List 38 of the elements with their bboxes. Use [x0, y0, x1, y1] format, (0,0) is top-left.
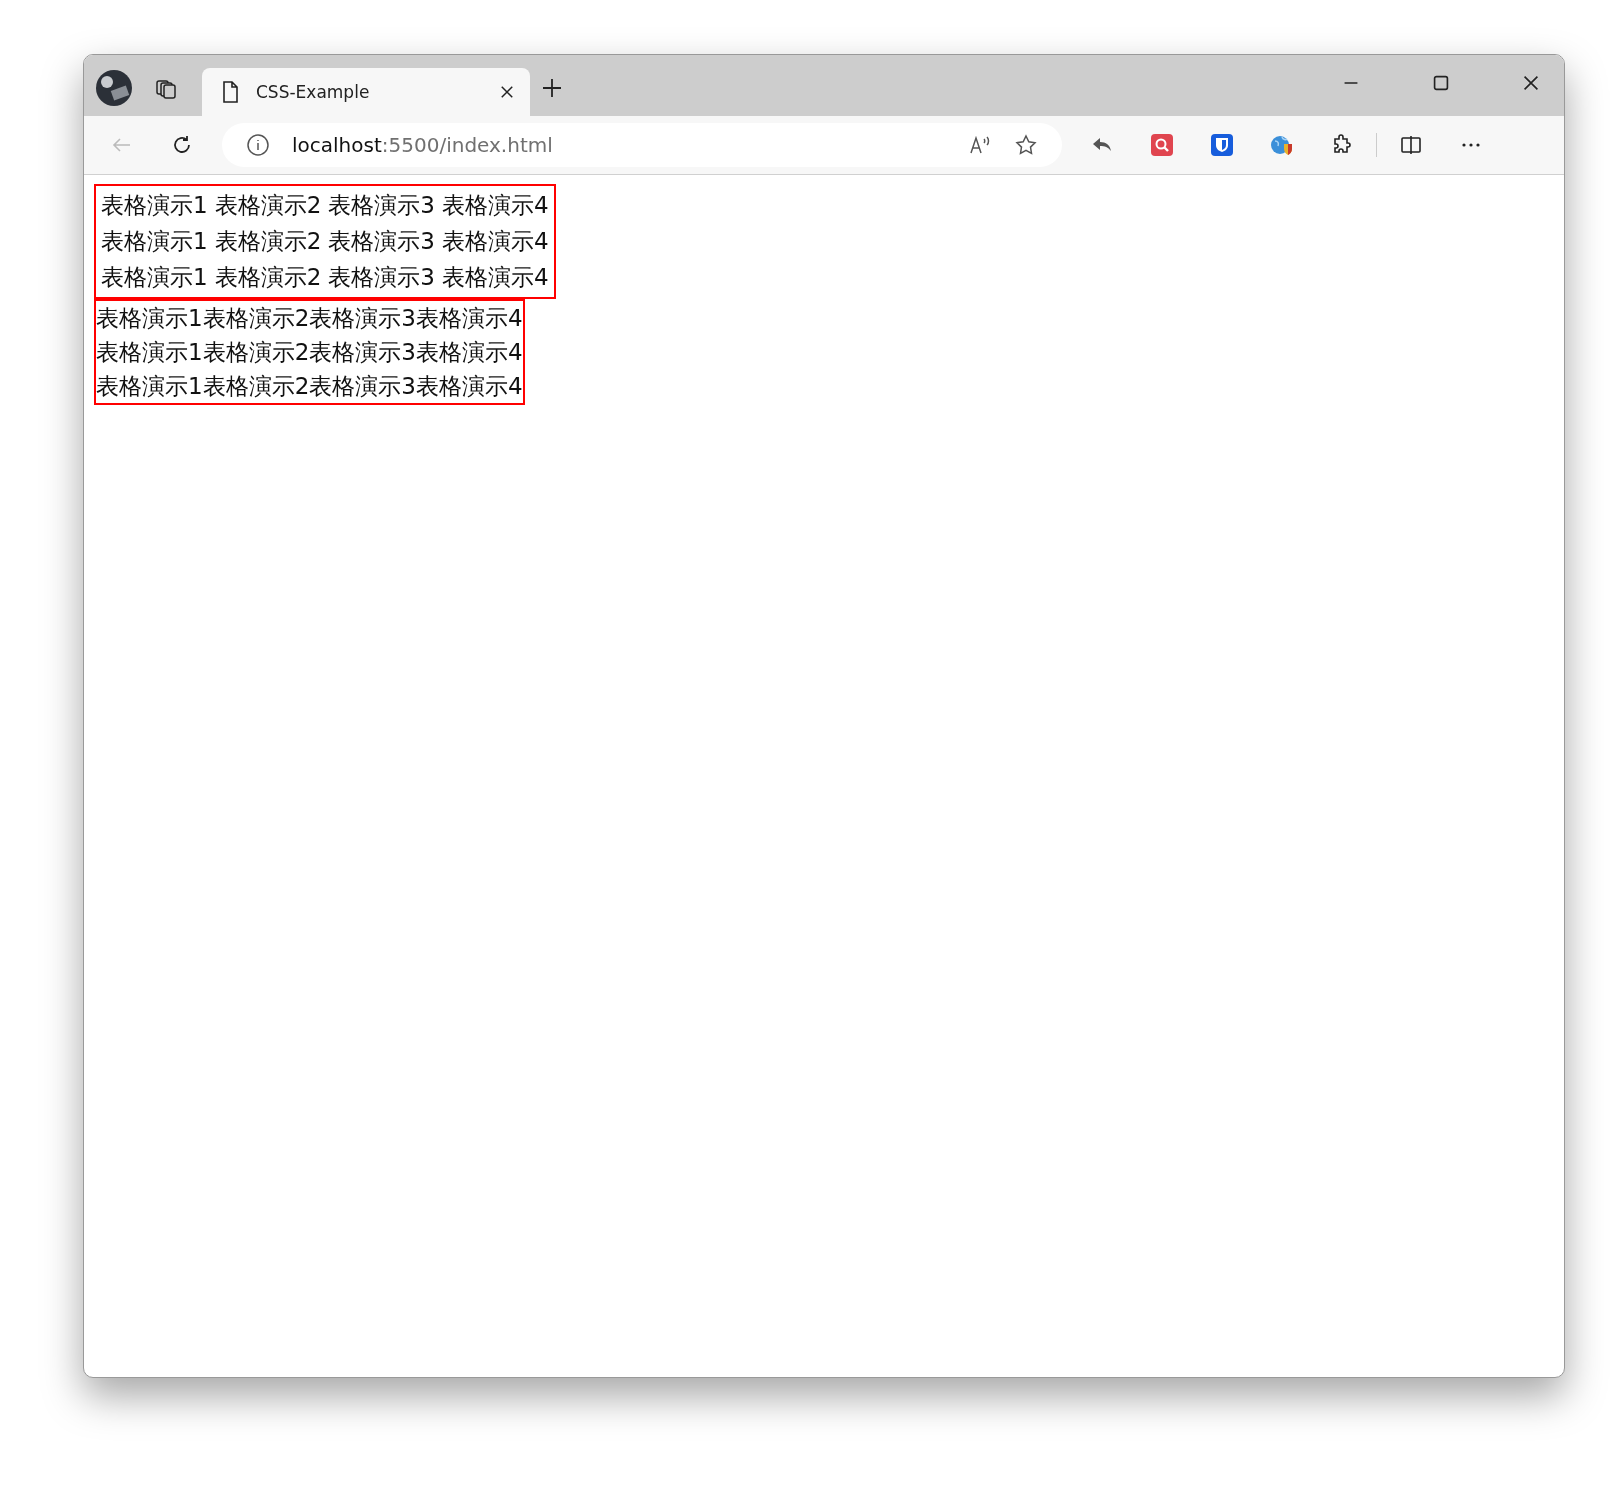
profile-avatar-icon[interactable]: [96, 70, 132, 106]
search-extension-icon[interactable]: [1150, 133, 1174, 157]
table-cell-text: 表格演示4: [415, 372, 523, 401]
table-cell-text: 表格演示4: [415, 338, 523, 367]
table-cell-text: 表格演示1: [100, 227, 209, 256]
table-cell-text: 表格演示4: [440, 263, 550, 292]
close-tab-icon[interactable]: [498, 83, 516, 101]
table-cell-text: 表格演示2: [213, 191, 323, 220]
table-cell-text: 表格演示3: [309, 304, 416, 333]
table-cell-text: 表格演示3: [327, 191, 436, 220]
table-cell-text: 表格演示1: [96, 338, 203, 367]
table-cell-text: 表格演示3: [309, 372, 416, 401]
table-cell-text: 表格演示2: [213, 263, 323, 292]
table-cell-text: 表格演示1: [96, 304, 203, 333]
table-cell-text: 表格演示2: [213, 227, 323, 256]
table-cell-text: 表格演示2: [202, 304, 310, 333]
table-cell-text: 表格演示2: [202, 338, 310, 367]
table-cell-text: 表格演示4: [440, 227, 550, 256]
globe-shield-icon[interactable]: [1270, 133, 1294, 157]
table-cell-text: 表格演示3: [327, 263, 436, 292]
table-cell-text: 表格演示3: [309, 338, 416, 367]
url-host: localhost: [292, 133, 382, 157]
shield-extension-icon[interactable]: [1210, 133, 1234, 157]
table-cell-text: 表格演示4: [415, 304, 523, 333]
address-bar[interactable]: localhost:5500/index.html: [222, 123, 1062, 167]
url-path: :5500/index.html: [381, 133, 553, 157]
table-cell-text: 表格演示1: [96, 372, 203, 401]
table-cell-text: 表格演示1: [100, 263, 209, 292]
table-cell-text: 表格演示1: [100, 191, 209, 220]
table-cell-text: 表格演示2: [202, 372, 310, 401]
split-screen-icon[interactable]: [1399, 133, 1423, 157]
info-icon: [246, 133, 270, 157]
star-icon[interactable]: [1014, 133, 1038, 157]
new-tab-icon[interactable]: [540, 76, 564, 100]
table-cell-text: 表格演示3: [327, 227, 436, 256]
tab-title: CSS-Example: [256, 82, 371, 102]
browser-tab[interactable]: CSS-Example: [202, 68, 530, 116]
table-cell-text: 表格演示4: [440, 191, 550, 220]
